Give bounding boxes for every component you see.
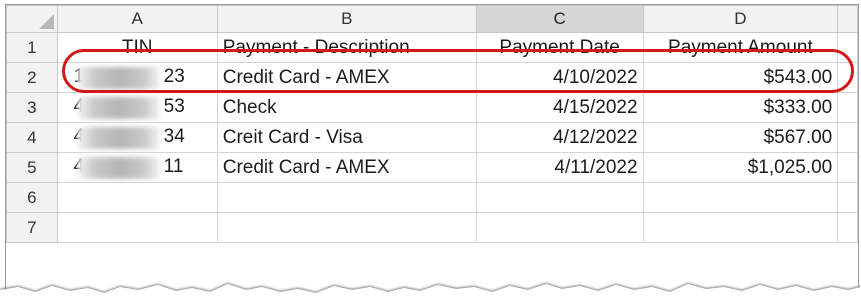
cell-d4-amount[interactable]: $567.00 [642, 122, 839, 153]
cell-e5[interactable] [837, 152, 858, 183]
cell-e4[interactable] [837, 122, 858, 153]
column-header-c[interactable]: C [475, 5, 644, 33]
cell-e7[interactable] [837, 212, 858, 243]
cell-d6[interactable] [642, 182, 839, 213]
cell-b3-description[interactable]: Check [216, 92, 477, 123]
cell-c3-date[interactable]: 4/15/2022 [475, 92, 644, 123]
cell-c5-date[interactable]: 4/11/2022 [475, 152, 644, 183]
tin-suffix: 23 [163, 66, 185, 87]
cell-c7[interactable] [475, 212, 644, 243]
row-header-3[interactable]: 3 [6, 92, 58, 123]
row-header-1[interactable]: 1 [6, 32, 58, 63]
cell-e2[interactable] [837, 62, 858, 93]
column-header-e[interactable] [837, 5, 858, 33]
spreadsheet-frame: A B C D 1 TIN Payment - Description Paym… [5, 4, 859, 301]
spreadsheet-grid: A B C D 1 TIN Payment - Description Paym… [6, 5, 858, 243]
cell-b2-description[interactable]: Credit Card - AMEX [216, 62, 477, 93]
cell-a1-tin-header[interactable]: TIN [56, 32, 218, 63]
cell-e6[interactable] [837, 182, 858, 213]
select-all-corner[interactable] [6, 5, 58, 33]
table-row: 6 [6, 182, 858, 213]
row-header-5[interactable]: 5 [6, 152, 58, 183]
cell-b5-description[interactable]: Credit Card - AMEX [216, 152, 477, 183]
table-row: 5 4 11 Credit Card - AMEX 4/11/2022 $1,0… [6, 152, 858, 183]
cell-a6[interactable] [56, 182, 218, 213]
tin-suffix: 34 [163, 126, 185, 147]
row-header-4[interactable]: 4 [6, 122, 58, 153]
cell-c4-date[interactable]: 4/12/2022 [475, 122, 644, 153]
tin-suffix: 53 [163, 96, 185, 117]
row-header-7[interactable]: 7 [6, 212, 58, 243]
cell-a3-tin[interactable]: 4 53 [56, 92, 218, 123]
tin-suffix: 11 [163, 156, 184, 177]
tin-redaction-blur [77, 67, 160, 89]
cell-c1-date-header[interactable]: Payment Date [475, 32, 644, 63]
cell-e1[interactable] [837, 32, 858, 63]
table-row: 1 TIN Payment - Description Payment Date… [6, 32, 858, 63]
cell-d3-amount[interactable]: $333.00 [642, 92, 839, 123]
row-header-6[interactable]: 6 [6, 182, 58, 213]
column-header-row: A B C D [6, 5, 858, 33]
cell-b4-description[interactable]: Creit Card - Visa [216, 122, 477, 153]
cell-b6[interactable] [216, 182, 477, 213]
column-header-a[interactable]: A [56, 5, 218, 33]
row-header-2[interactable]: 2 [6, 62, 58, 93]
cell-c6[interactable] [475, 182, 644, 213]
cell-a7[interactable] [56, 212, 218, 243]
tin-redaction-blur [77, 157, 160, 179]
cell-d7[interactable] [642, 212, 839, 243]
table-row: 7 [6, 212, 858, 243]
torn-edge-decoration [0, 284, 861, 301]
table-row: 4 4 34 Creit Card - Visa 4/12/2022 $567.… [6, 122, 858, 153]
cell-c2-date[interactable]: 4/10/2022 [475, 62, 644, 93]
cell-d1-amount-header[interactable]: Payment Amount [642, 32, 839, 63]
column-header-b[interactable]: B [216, 5, 477, 33]
tin-redaction-blur [77, 97, 160, 119]
cell-a5-tin[interactable]: 4 11 [56, 152, 218, 183]
table-row: 3 4 53 Check 4/15/2022 $333.00 [6, 92, 858, 123]
cell-a4-tin[interactable]: 4 34 [56, 122, 218, 153]
select-all-triangle-icon [38, 14, 54, 29]
cell-e3[interactable] [837, 92, 858, 123]
cell-b1-description-header[interactable]: Payment - Description [216, 32, 477, 63]
table-row: 2 1 23 Credit Card - AMEX 4/10/2022 $543… [6, 62, 858, 93]
cell-d5-amount[interactable]: $1,025.00 [642, 152, 839, 183]
column-header-d[interactable]: D [642, 5, 839, 33]
cell-a2-tin[interactable]: 1 23 [56, 62, 218, 93]
tin-redaction-blur [77, 127, 160, 149]
cell-d2-amount[interactable]: $543.00 [642, 62, 839, 93]
cell-b7[interactable] [216, 212, 477, 243]
